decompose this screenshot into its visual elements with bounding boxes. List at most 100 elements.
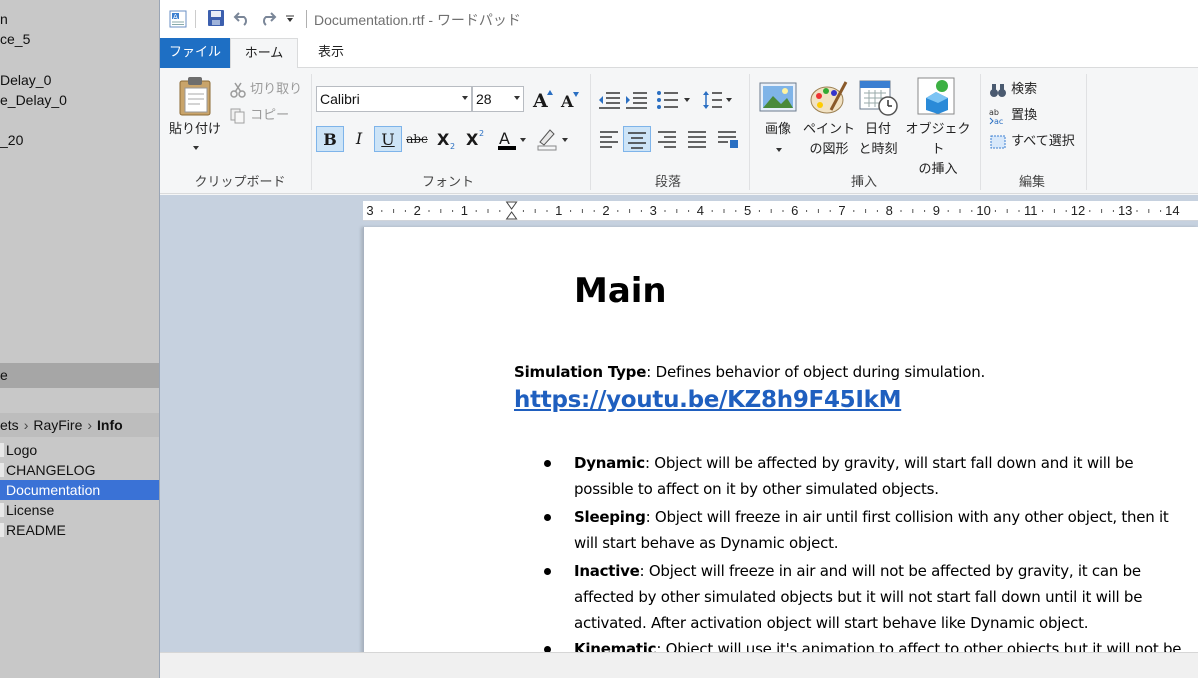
redo-icon[interactable] (259, 9, 277, 29)
font-size-select[interactable]: 28 (472, 86, 524, 112)
ribbon-tabs: ファイル ホーム 表示 (160, 38, 1198, 69)
file-icon (0, 463, 4, 477)
scene-item[interactable]: ce_5 (0, 31, 30, 47)
paste-icon[interactable] (176, 76, 214, 116)
asset-item-readme[interactable]: README (0, 520, 159, 540)
line-spacing-icon[interactable] (702, 90, 734, 110)
copy-icon (230, 108, 245, 123)
paste-button[interactable]: 貼り付け (168, 120, 222, 140)
ruler-label: 12 (1071, 203, 1085, 218)
asset-label: License (6, 502, 55, 518)
decrease-indent-icon[interactable] (598, 90, 622, 110)
grow-font-icon[interactable]: A (532, 88, 554, 110)
group-label-editing: 編集 (1018, 175, 1045, 190)
find-button[interactable]: 検索 (989, 78, 1037, 98)
divider (980, 74, 981, 190)
breadcrumb-item[interactable]: RayFire (33, 417, 82, 433)
chevron-down-icon[interactable] (775, 147, 783, 153)
ruler-label: 1 (461, 203, 468, 218)
window-title: Documentation.rtf - ワードパッド (314, 12, 521, 28)
superscript-icon[interactable]: X 2 (465, 128, 487, 148)
font-family-select[interactable]: Calibri (316, 86, 472, 112)
ribbon: 貼り付け 切り取り コピー クリップボード Calibri 28 A A B I… (160, 68, 1198, 194)
undo-icon[interactable] (233, 9, 251, 29)
breadcrumb: ets › RayFire › Info (0, 413, 159, 437)
date-time-button[interactable]: 日付 と時刻 (854, 120, 902, 160)
align-left-icon[interactable] (598, 129, 620, 149)
svg-text:2: 2 (479, 129, 484, 138)
simulation-type-text: : Defines behavior of object during simu… (646, 363, 986, 381)
underline-button[interactable]: U (374, 126, 402, 152)
scene-item[interactable]: e_Delay_0 (0, 92, 67, 108)
breadcrumb-current[interactable]: Info (97, 417, 123, 433)
shrink-font-icon[interactable]: A (560, 89, 580, 109)
ruler-label: 11 (1024, 203, 1038, 218)
asset-label: Logo (6, 442, 38, 458)
asset-item-logo[interactable]: Logo (0, 440, 159, 460)
group-label-font: フォント (421, 175, 474, 190)
tab-file[interactable]: ファイル (160, 38, 230, 68)
paint-drawing-button[interactable]: ペイント の図形 (802, 120, 856, 160)
font-color-icon[interactable]: A (496, 128, 526, 152)
paragraph-settings-icon[interactable] (716, 129, 740, 149)
insert-object-icon[interactable] (916, 76, 956, 116)
document-page[interactable]: Main Simulation Type: Defines behavior o… (363, 227, 1198, 652)
cut-button[interactable]: 切り取り (230, 78, 302, 98)
wordpad-app-icon[interactable]: A (168, 9, 188, 29)
replace-button[interactable]: ab ac 置換 (989, 104, 1037, 125)
indent-marker-icon[interactable] (505, 201, 518, 220)
background-app-panel: n ce_5 Delay_0 e_Delay_0 _20 e ets › RayFi… (0, 0, 159, 678)
asset-item-documentation[interactable]: Documentation (0, 480, 159, 500)
increase-indent-icon[interactable] (625, 90, 649, 110)
tab-home[interactable]: ホーム (230, 38, 298, 69)
svg-text:A: A (173, 13, 178, 21)
customize-qat-icon[interactable] (285, 15, 295, 35)
simulation-type-label: Simulation Type (514, 363, 647, 381)
scene-item[interactable]: _20 (0, 132, 23, 148)
ruler-label: 9 (933, 203, 940, 218)
asset-item-changelog[interactable]: CHANGELOG (0, 460, 159, 480)
file-icon (0, 483, 4, 497)
subscript-icon[interactable]: X 2 (436, 130, 458, 150)
align-center-icon (628, 132, 646, 149)
bullet-item-sleeping: Sleeping: Object will freeze in air unti… (574, 504, 1169, 556)
ruler-label: 1 (555, 203, 562, 218)
justify-icon[interactable] (686, 129, 708, 149)
group-label-paragraph: 段落 (654, 175, 681, 190)
asset-item-license[interactable]: License (0, 500, 159, 520)
chevron-down-icon[interactable] (192, 145, 200, 151)
bullet-item-dynamic: Dynamic: Object will be affected by grav… (574, 450, 1134, 502)
title-bar: A Documentation.rtf - ワードパッド (160, 0, 1198, 38)
highlight-icon[interactable] (536, 128, 568, 152)
breadcrumb-item[interactable]: ets (0, 417, 19, 433)
ruler-label: 5 (744, 203, 751, 218)
italic-button[interactable]: I (345, 126, 373, 152)
svg-text:A: A (560, 92, 574, 109)
align-center-button[interactable] (623, 126, 651, 152)
copy-button[interactable]: コピー (230, 104, 289, 124)
paint-drawing-label: の図形 (809, 142, 849, 157)
save-icon[interactable] (207, 9, 225, 29)
picture-icon[interactable] (759, 80, 797, 114)
tab-view[interactable]: 表示 (298, 38, 364, 68)
picture-button[interactable]: 画像 (754, 120, 802, 140)
ruler[interactable]: 3 2 1 1 2 3 4 5 6 7 8 9 10 11 12 13 14 (363, 201, 1198, 221)
ruler-label: 2 (602, 203, 609, 218)
project-panel-header[interactable]: e (0, 363, 159, 388)
select-all-label: すべて選択 (1011, 134, 1075, 149)
scene-item[interactable]: n (0, 11, 8, 27)
video-link[interactable]: https://youtu.be/KZ8h9F45IkM (514, 387, 902, 413)
ruler-label: 3 (650, 203, 657, 218)
strikethrough-button[interactable]: abc (403, 126, 431, 152)
bullet-list-icon[interactable] (656, 90, 692, 110)
scene-item[interactable]: Delay_0 (0, 72, 51, 88)
select-all-button[interactable]: すべて選択 (989, 130, 1075, 150)
align-right-icon[interactable] (656, 129, 678, 149)
wordpad-window: A Documentation.rtf - ワードパッド ファイル ホーム 表示… (159, 0, 1198, 678)
bullet-icon (544, 568, 551, 575)
file-icon (0, 503, 4, 517)
bold-button[interactable]: B (316, 126, 344, 152)
date-time-icon[interactable] (859, 78, 899, 116)
paint-drawing-icon[interactable] (809, 78, 849, 116)
bullet-line: : Object will freeze in air until first … (645, 508, 1169, 526)
